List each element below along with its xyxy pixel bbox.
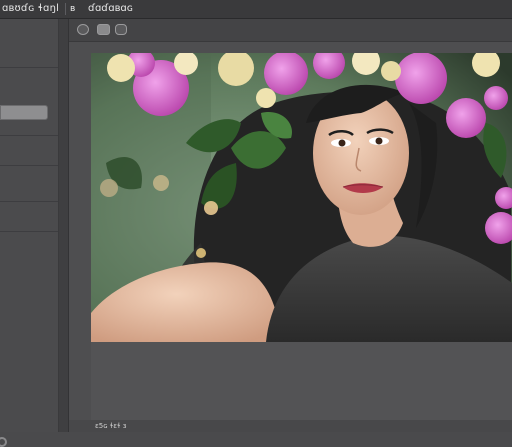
- sidebar-divider: [0, 67, 58, 68]
- sidebar-divider: [0, 231, 58, 232]
- settings-icon[interactable]: [0, 437, 7, 447]
- photo-artwork: [91, 53, 512, 342]
- title-bar: ɑʙʊɗɢ ɬɑŋl ʙ ɗɑɗɑʙɑɢ: [0, 0, 512, 19]
- rounded-rect-icon[interactable]: [115, 24, 127, 35]
- status-bar: ɛ5ɢ ɬɛɬ ɜ: [69, 420, 512, 432]
- canvas-area[interactable]: [91, 53, 512, 432]
- document-icon[interactable]: ʙ: [70, 0, 75, 18]
- status-text: ɛ5ɢ ɬɛɬ ɜ: [95, 422, 127, 430]
- panel-gutter: [59, 19, 69, 432]
- app-title: ɑʙʊɗɢ ɬɑŋl: [2, 3, 60, 14]
- rect-icon[interactable]: [97, 24, 110, 35]
- circle-icon[interactable]: [77, 24, 89, 35]
- title-separator: [65, 3, 66, 15]
- photo-image: [91, 53, 512, 342]
- sidebar-divider: [0, 165, 58, 166]
- document-title[interactable]: ɗɑɗɑʙɑɢ: [88, 0, 133, 18]
- sidebar-input-field[interactable]: [0, 105, 48, 120]
- sidebar-divider: [0, 201, 58, 202]
- main-workspace: ɛ5ɢ ɬɛɬ ɜ: [69, 19, 512, 432]
- canvas-toolbar: [69, 19, 512, 42]
- sidebar-divider: [0, 135, 58, 136]
- left-sidebar: [0, 19, 59, 447]
